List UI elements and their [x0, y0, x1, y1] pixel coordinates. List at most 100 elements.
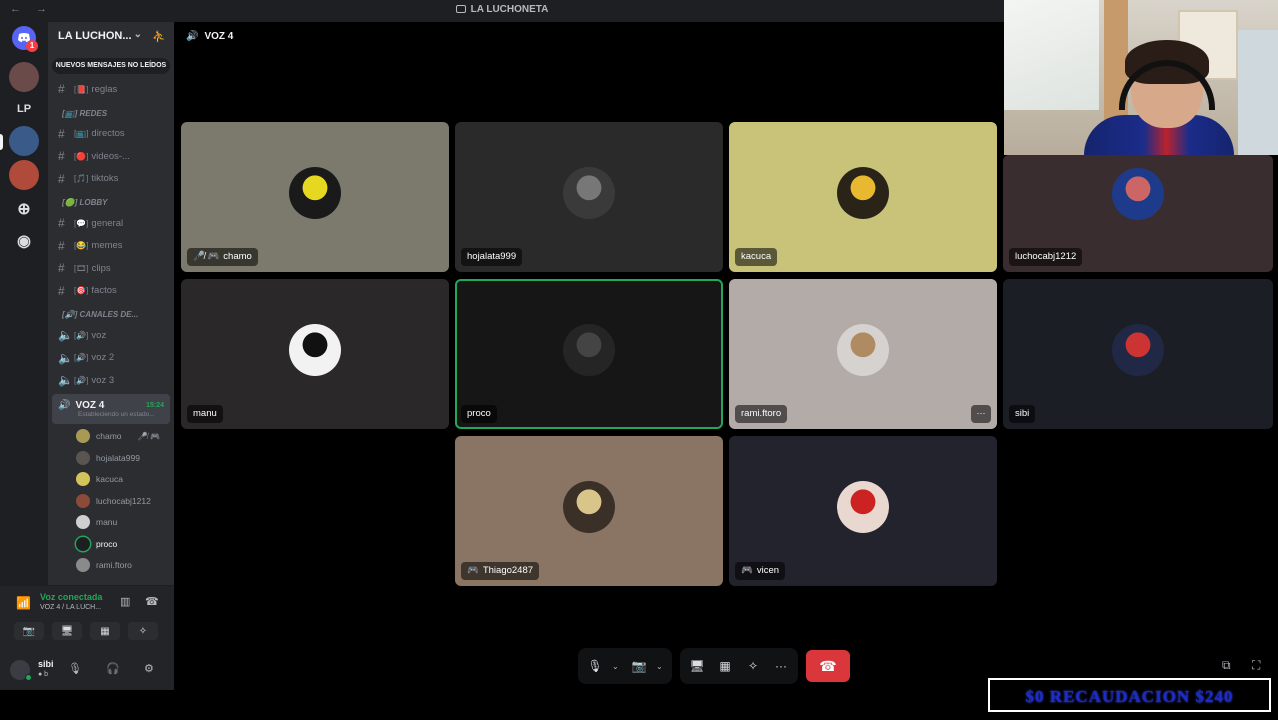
- voice-member[interactable]: hojalata999: [48, 447, 174, 469]
- channel-name: voz 2: [91, 352, 115, 364]
- participant-tile[interactable]: manu: [181, 279, 449, 429]
- server-header[interactable]: LA LUCHON... ⌄ ⛹: [48, 22, 174, 52]
- channel-clips[interactable]: # [🎞] clips: [48, 257, 174, 280]
- participant-tile[interactable]: 🎮 vicen: [729, 436, 997, 586]
- channel-name: memes: [91, 240, 123, 252]
- channel-emoji: [💬]: [74, 218, 89, 228]
- screen-share-button[interactable]: 🖥: [52, 622, 82, 640]
- server-avatar-1[interactable]: [9, 62, 39, 92]
- avatar: [837, 481, 889, 533]
- voice-connected-label[interactable]: Voz conectada: [40, 592, 102, 602]
- chevron-down-icon[interactable]: ⌄: [656, 662, 666, 671]
- microphone-icon[interactable]: 🎙: [68, 662, 82, 675]
- soundboard-icon[interactable]: ✧: [742, 652, 764, 680]
- phone-hangup-icon[interactable]: ☎: [806, 650, 850, 682]
- voice-connected-channel[interactable]: VOZ 4 / LA LUCH...: [40, 604, 101, 611]
- channel-reglas[interactable]: # [📕] reglas: [48, 78, 174, 101]
- channel-emoji: [🎵]: [74, 174, 89, 184]
- channel-videos[interactable]: # [🔴] videos-...: [48, 145, 174, 168]
- media-controls: 🎙 ⌄ 📷 ⌄: [578, 648, 672, 684]
- member-name: kacuca: [96, 474, 123, 485]
- settings-icon[interactable]: ⚙: [144, 662, 154, 675]
- server-avatar-3[interactable]: [9, 160, 39, 190]
- camera-off-button[interactable]: 📷: [14, 622, 44, 640]
- channel-name: clips: [91, 262, 111, 274]
- voice-member[interactable]: chamo 🎤̸ 🎮: [48, 426, 174, 448]
- avatar: [76, 450, 90, 465]
- participant-tile[interactable]: proco: [455, 279, 723, 429]
- new-messages-banner[interactable]: NUEVOS MENSAJES NO LEÍDOS: [52, 58, 170, 74]
- participant-tile[interactable]: kacuca: [729, 122, 997, 272]
- channel-directos[interactable]: # [📺] directos: [48, 123, 174, 146]
- voice-member[interactable]: rami.ftoro: [48, 555, 174, 577]
- channel-voz[interactable]: 🔈 [🔊] voz: [48, 324, 174, 347]
- fullscreen-icon[interactable]: ⛶: [1252, 658, 1260, 673]
- voice-member[interactable]: proco: [48, 533, 174, 555]
- category-canales[interactable]: [🔊] CANALES DE...: [48, 302, 174, 324]
- participant-name-label: manu: [187, 405, 223, 423]
- participant-tile[interactable]: 🎤̸ 🎮 chamo: [181, 122, 449, 272]
- voice-member[interactable]: manu: [48, 512, 174, 534]
- participant-tile[interactable]: 🎮 Thiago2487: [455, 436, 723, 586]
- noise-suppression-icon[interactable]: ▥: [120, 595, 130, 608]
- participant-tile[interactable]: hojalata999: [455, 122, 723, 272]
- voice-member[interactable]: luchocabj1212: [48, 490, 174, 512]
- member-name: rami.ftoro: [96, 560, 132, 571]
- channel-name: directos: [91, 128, 125, 140]
- channel-general[interactable]: # [💬] general: [48, 212, 174, 235]
- channel-emoji: [🎞]: [74, 263, 89, 273]
- voice-member[interactable]: kacuca: [48, 469, 174, 491]
- invite-icon[interactable]: ⛹: [152, 30, 166, 43]
- participant-name: hojalata999: [467, 251, 517, 262]
- microphone-icon[interactable]: 🎙: [584, 652, 606, 680]
- channel-emoji: [😂]: [74, 241, 89, 251]
- participant-tile[interactable]: rami.ftoro ···: [729, 279, 997, 429]
- participant-tile[interactable]: sibi: [1003, 279, 1273, 429]
- channel-voz-2[interactable]: 🔈 [🔊] voz 2: [48, 347, 174, 370]
- voice-member-list: chamo 🎤̸ 🎮 hojalata999 kacuca luchocabj1212 m…: [48, 426, 174, 577]
- channel-tiktoks[interactable]: # [🎵] tiktoks: [48, 168, 174, 191]
- add-server-icon[interactable]: ⊕: [9, 194, 39, 224]
- participant-name-label: rami.ftoro: [735, 405, 788, 423]
- avatar: [289, 324, 341, 376]
- camera-off-icon[interactable]: 📷: [628, 652, 650, 680]
- avatar: [289, 167, 341, 219]
- headset-icon[interactable]: 🎧: [106, 662, 120, 675]
- participant-name: Thiago2487: [482, 565, 534, 576]
- voice-timer: 15:24: [146, 401, 164, 409]
- channel-voz-3[interactable]: 🔈 [🔊] voz 3: [48, 369, 174, 392]
- channel-emoji: [🔊]: [74, 330, 89, 340]
- channel-name: voz: [91, 329, 107, 341]
- channel-name: voz 3: [91, 374, 115, 386]
- participant-name-label: 🎮 Thiago2487: [461, 562, 540, 580]
- server-icon: [455, 5, 466, 13]
- participant-name-label: hojalata999: [461, 248, 523, 266]
- user-area[interactable]: sibi ● b 🎙 🎧 ⚙: [10, 656, 170, 684]
- soundboard-button[interactable]: ✧: [128, 622, 158, 640]
- participant-tile[interactable]: luchocabj1212: [1003, 155, 1273, 272]
- member-status-icons: 🎤̸ 🎮: [137, 431, 160, 441]
- category-redes[interactable]: [📺] REDES: [48, 101, 174, 123]
- chevron-down-icon[interactable]: ⌄: [612, 662, 622, 671]
- discord-home-icon[interactable]: 1: [12, 26, 38, 52]
- channel-name: videos-...: [91, 150, 130, 162]
- category-lobby[interactable]: [🟢] LOBBY: [48, 190, 174, 212]
- avatar: [1112, 324, 1164, 376]
- more-icon[interactable]: ···: [770, 652, 792, 680]
- activities-button[interactable]: ▦: [90, 622, 120, 640]
- channel-factos[interactable]: # [🎯] factos: [48, 280, 174, 303]
- voice-user-panel: 📶 Voz conectada VOZ 4 / LA LUCH... ▥ ☎ 📷…: [0, 585, 174, 690]
- activities-icon[interactable]: ▦: [714, 652, 736, 680]
- server-avatar-active[interactable]: [9, 126, 39, 156]
- disconnect-icon[interactable]: ☎: [145, 595, 159, 608]
- explore-servers-icon[interactable]: ◉: [9, 226, 39, 256]
- channel-voz-4[interactable]: 🔊 VOZ 4 15:24 Estableciendo un estado...: [52, 393, 170, 424]
- server-lp[interactable]: LP: [9, 94, 39, 124]
- member-name: proco: [96, 538, 118, 549]
- avatar: [563, 324, 615, 376]
- channel-memes[interactable]: # [😂] memes: [48, 235, 174, 258]
- popout-icon[interactable]: ⧉: [1222, 658, 1231, 673]
- screen-share-icon[interactable]: 🖥: [686, 652, 708, 680]
- hash-icon: #: [58, 171, 65, 186]
- more-icon[interactable]: ···: [971, 405, 991, 423]
